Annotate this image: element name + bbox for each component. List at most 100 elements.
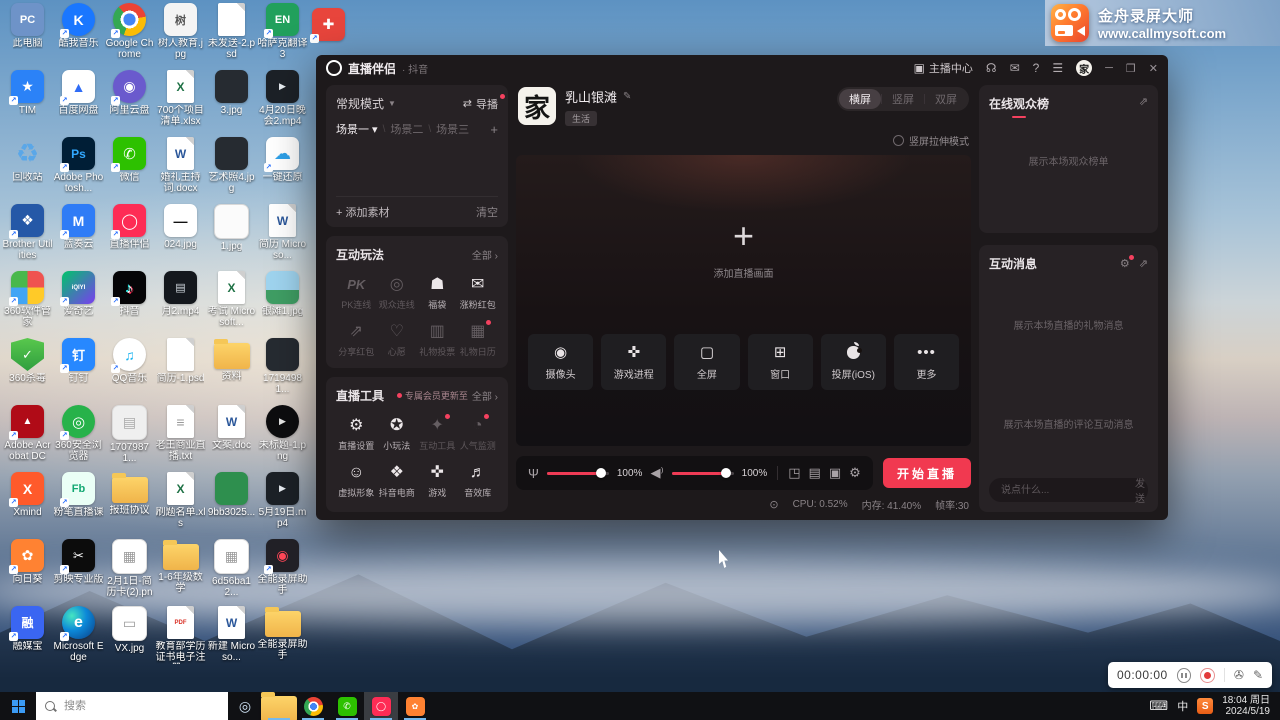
tray-app-icon[interactable]: S: [1197, 698, 1213, 714]
source-more[interactable]: •••更多: [894, 334, 959, 390]
feature-gift-calendar[interactable]: ▦礼物日历: [458, 322, 499, 358]
desktop-icon[interactable]: ◉阿里云盘: [104, 70, 155, 137]
desktop-icon[interactable]: ◎360安全浏览器: [53, 405, 104, 472]
send-button[interactable]: 发送: [1135, 475, 1145, 505]
desktop-icon[interactable]: ✓360杀毒: [2, 338, 53, 405]
desktop-icon[interactable]: 17194981...: [257, 338, 308, 405]
add-material-button[interactable]: + 添加素材: [336, 204, 389, 220]
desktop-icon[interactable]: 9bb3025...: [206, 472, 257, 539]
desktop-icon[interactable]: M蓝奏云: [53, 204, 104, 271]
speaker-icon[interactable]: ◀⁾: [650, 465, 663, 481]
message-input[interactable]: [999, 484, 1135, 497]
feature-popularity[interactable]: ◔人气监测: [458, 416, 499, 452]
taskbar-live-companion[interactable]: ◯: [364, 692, 398, 720]
taskbar-chrome[interactable]: [296, 692, 330, 720]
desktop-icon[interactable]: ★TIM: [2, 70, 53, 137]
desktop-icon[interactable]: —024.jpg: [155, 204, 206, 271]
feature-ecommerce[interactable]: ❖抖音电商: [377, 463, 418, 499]
category-tag[interactable]: 生活: [565, 111, 597, 126]
desktop-icon[interactable]: PDF教育部学历证书电子注册...: [155, 606, 206, 673]
desktop-icon[interactable]: ▶5月19日.mp4: [257, 472, 308, 539]
feature-game[interactable]: ✜游戏: [417, 463, 458, 499]
close-button[interactable]: ✕: [1149, 62, 1158, 75]
desktop-icon[interactable]: iQIYI爱奇艺: [53, 271, 104, 338]
headset-icon[interactable]: ☊: [986, 62, 997, 74]
anchor-center-button[interactable]: ▣主播中心: [914, 60, 973, 76]
microphone-icon[interactable]: Ψ: [528, 466, 539, 481]
desktop-icon[interactable]: 艺术照4.jpg: [206, 137, 257, 204]
desktop-icon[interactable]: eMicrosoft Edge: [53, 606, 104, 673]
desktop-icon[interactable]: 树树人教育.jpg: [155, 3, 206, 70]
desktop-icon[interactable]: ▶未标题-1.png: [257, 405, 308, 472]
desktop-icon[interactable]: ▤月2.mp4: [155, 271, 206, 338]
feature-virtual-avatar[interactable]: ☺虚拟形象: [336, 463, 377, 499]
add-scene-button[interactable]: +: [490, 122, 498, 137]
feature-share-packet[interactable]: ⇗分享红包: [336, 322, 377, 358]
scene-tab[interactable]: 场景一 ▾: [336, 121, 378, 137]
source-fullscreen[interactable]: ▢全屏: [674, 334, 739, 390]
search-input[interactable]: [62, 699, 186, 713]
desktop-icon[interactable]: ☁一键还原: [257, 137, 308, 204]
desktop-icon[interactable]: ◯直播伴侣: [104, 204, 155, 271]
desktop-icon[interactable]: ◉全能录屏助手: [257, 539, 308, 606]
desktop-icon[interactable]: PC此电脑: [2, 3, 53, 70]
add-scene-source[interactable]: + 添加直播画面: [714, 219, 774, 280]
desktop-icon[interactable]: 报班协议: [104, 472, 155, 539]
desktop-icon[interactable]: ▲百度网盘: [53, 70, 104, 137]
desktop-icon[interactable]: 1.jpg: [206, 204, 257, 271]
desktop-icon[interactable]: 1-6年级数学: [155, 539, 206, 606]
desktop-icon[interactable]: ✿向日葵: [2, 539, 53, 606]
desktop-icon[interactable]: ▤17079871...: [104, 405, 155, 472]
desktop-icon[interactable]: 融融媒宝: [2, 606, 53, 673]
speaker-volume-slider[interactable]: [672, 472, 734, 475]
start-button[interactable]: [0, 692, 36, 720]
pencil-icon[interactable]: ✎: [1253, 668, 1263, 682]
settings-icon[interactable]: ⚙: [849, 465, 861, 481]
tools-all-link[interactable]: 全部 ›: [472, 388, 498, 403]
popout-icon[interactable]: ⇗: [1139, 95, 1148, 108]
desktop-icon[interactable]: X考试 Microsoft...: [206, 271, 257, 338]
taskbar-explorer[interactable]: [262, 692, 296, 720]
desktop-icon[interactable]: ▦2月1日-简历卡(2).png: [104, 539, 155, 606]
start-live-button[interactable]: 开始直播: [883, 458, 971, 488]
user-avatar[interactable]: 家: [1076, 60, 1092, 76]
menu-icon[interactable]: ☰: [1052, 62, 1063, 74]
feature-interact-tools[interactable]: ✦互动工具: [417, 416, 458, 452]
touch-keyboard-icon[interactable]: ⌨: [1149, 698, 1168, 714]
desktop-icon[interactable]: EN哈萨克翻译3: [257, 3, 308, 70]
live-preview-canvas[interactable]: + 添加直播画面 ◉摄像头✜游戏进程▢全屏⊞窗口投屏(iOS)•••更多: [516, 155, 971, 446]
taskbar-jinzhou-recorder[interactable]: ✿: [398, 692, 432, 720]
desktop-icon[interactable]: PsAdobe Photosh...: [53, 137, 104, 204]
director-button[interactable]: ⇄ 导播: [463, 96, 498, 112]
orientation-option[interactable]: 双屏: [925, 89, 967, 109]
orientation-option[interactable]: 竖屏: [882, 89, 924, 109]
taskbar-clock[interactable]: 18:04 周日 2024/5/19: [1222, 695, 1270, 717]
feature-pk[interactable]: PKPK连线: [336, 275, 377, 311]
clear-button[interactable]: 清空: [476, 204, 498, 220]
ime-indicator[interactable]: 中: [1177, 698, 1188, 714]
feature-red-packet[interactable]: ✉涨粉红包: [458, 275, 499, 311]
popout-icon[interactable]: ⇗: [1139, 257, 1148, 270]
feature-audience-link[interactable]: ◎观众连线: [377, 275, 418, 311]
desktop-icon[interactable]: ▦6d56ba12...: [206, 539, 257, 606]
desktop-icon[interactable]: W文案.doc: [206, 405, 257, 472]
task-view-button[interactable]: ◎: [228, 692, 262, 720]
desktop-icon[interactable]: ▭VX.jpg: [104, 606, 155, 673]
desktop-icon[interactable]: W简历 Microso...: [257, 204, 308, 271]
feature-mini-play[interactable]: ✪小玩法: [377, 416, 418, 452]
screenshot-icon[interactable]: ✇: [1234, 668, 1244, 682]
desktop-icon[interactable]: Fb粉笔直播课: [53, 472, 104, 539]
scene-tab[interactable]: 场景三: [436, 121, 469, 137]
desktop-icon[interactable]: ♪抖音: [104, 271, 155, 338]
desktop-icon[interactable]: ♫QQ音乐: [104, 338, 155, 405]
desktop-icon[interactable]: ▲Adobe Acrobat DC: [2, 405, 53, 472]
desktop-icon[interactable]: ✆微信: [104, 137, 155, 204]
screenshare-icon[interactable]: ▤: [809, 465, 821, 481]
desktop-icon[interactable]: Google Chrome: [104, 3, 155, 70]
messages-settings-icon[interactable]: ⚙: [1120, 257, 1130, 270]
desktop-icon[interactable]: X刷题名单.xls: [155, 472, 206, 539]
taskbar-wechat[interactable]: ✆: [330, 692, 364, 720]
source-apple-cast[interactable]: 投屏(iOS): [821, 334, 886, 390]
mode-select[interactable]: 常规模式: [336, 95, 384, 112]
feature-gift-vote[interactable]: ▥礼物投票: [417, 322, 458, 358]
